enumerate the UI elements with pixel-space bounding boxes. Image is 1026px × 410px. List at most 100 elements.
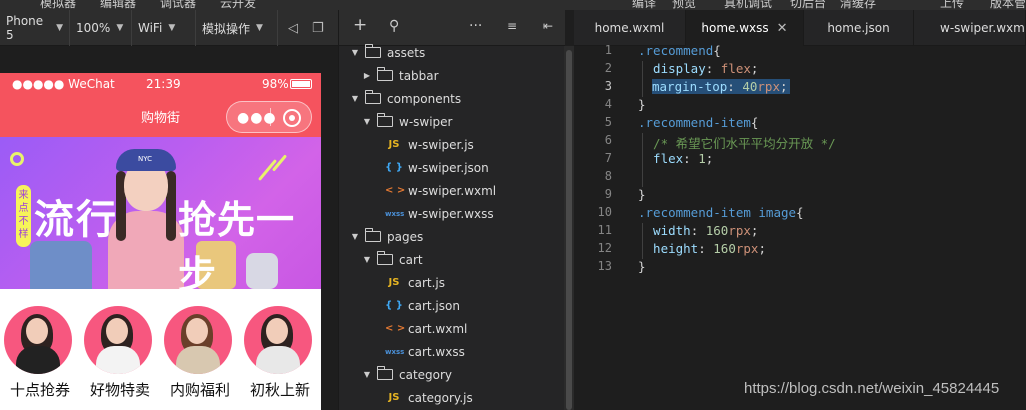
- code-editor[interactable]: 1 .recommend{2 display: flex; 3 margin-top:…: [574, 43, 1026, 410]
- folder-open-icon: [365, 44, 381, 58]
- code-line[interactable]: flex: 1;: [638, 151, 713, 166]
- code-line[interactable]: display: flex;: [638, 61, 758, 76]
- wxml-file-icon: < >: [385, 323, 406, 334]
- code-line[interactable]: .recommend-item{: [638, 115, 758, 130]
- caret-down-icon[interactable]: ▼: [361, 255, 373, 264]
- tree-file[interactable]: JS category.js: [339, 386, 565, 409]
- tree-item-label: w-swiper: [399, 114, 453, 129]
- recommend-label: 十点抢券: [9, 381, 70, 399]
- tree-folder[interactable]: ▼ w-swiper: [339, 110, 565, 133]
- caret-right-icon[interactable]: ▶: [361, 71, 373, 80]
- tree-folder[interactable]: ▼ components: [339, 87, 565, 110]
- close-icon[interactable]: ✕: [777, 21, 788, 36]
- tree-file[interactable]: { } w-swiper.json: [339, 156, 565, 179]
- search-icon[interactable]: ⚲: [389, 18, 399, 34]
- tree-folder[interactable]: ▶ tabbar: [339, 64, 565, 87]
- menu-item[interactable]: 上传: [940, 0, 964, 10]
- caret-down-icon[interactable]: ▼: [349, 232, 361, 241]
- tab-label: home.json: [827, 21, 890, 35]
- line-number: 1: [604, 43, 612, 57]
- wxml-file-icon: < >: [385, 185, 406, 196]
- tab-home-wxss[interactable]: home.wxss ✕: [686, 10, 804, 46]
- menu-item[interactable]: 调试器: [160, 0, 196, 10]
- menu-item[interactable]: 编辑器: [100, 0, 136, 10]
- code-token: .recommend-item image: [638, 205, 797, 220]
- tree-item-label: cart.js: [408, 275, 445, 290]
- tree-file[interactable]: { } cart.json: [339, 294, 565, 317]
- swiper-banner[interactable]: NYC 来点不样 流行 抢先一步: [0, 137, 321, 289]
- tree-item-label: cart.json: [408, 298, 460, 313]
- battery-text: 98%: [262, 77, 289, 91]
- tab-w-swiper-wxml[interactable]: w-swiper.wxml: [914, 10, 1026, 46]
- caret-down-icon[interactable]: ▼: [361, 117, 373, 126]
- tab-home-wxml[interactable]: home.wxml: [574, 10, 686, 46]
- code-token: margin-top: [652, 79, 728, 94]
- recommend-item[interactable]: 内购福利: [160, 289, 240, 410]
- simulate-action-select[interactable]: 模拟操作 ▼: [196, 10, 278, 46]
- tree-folder[interactable]: ▼ category: [339, 363, 565, 386]
- tree-file[interactable]: < > cart.wxml: [339, 317, 565, 340]
- simulator-toolbar: Phone 5 ▼ 100% ▼ WiFi ▼ 模拟操作 ▼ ◁ ❐: [0, 10, 338, 46]
- code-token: 160: [705, 223, 729, 238]
- tab-label: w-swiper.wxml: [940, 21, 1026, 35]
- recommend-item[interactable]: 好物特卖: [80, 289, 160, 410]
- code-line[interactable]: }: [638, 97, 646, 112]
- code-line[interactable]: }: [638, 187, 646, 202]
- menu-item[interactable]: 模拟器: [40, 0, 76, 10]
- tree-folder[interactable]: ▼ cart: [339, 248, 565, 271]
- tree-folder[interactable]: ▼ assets: [339, 41, 565, 64]
- tree-folder[interactable]: ▼ pages: [339, 225, 565, 248]
- tab-home-json[interactable]: home.json: [804, 10, 914, 46]
- code-token: rpx: [728, 223, 751, 238]
- collapse-all-icon[interactable]: ≡: [507, 19, 517, 33]
- code-line[interactable]: .recommend-item image{: [638, 205, 804, 220]
- caret-down-icon[interactable]: ▼: [349, 48, 361, 57]
- recommend-item[interactable]: 初秋上新: [240, 289, 320, 410]
- code-line[interactable]: margin-top: 40rpx;: [652, 79, 790, 94]
- network-select[interactable]: WiFi ▼: [132, 10, 196, 46]
- menu-item[interactable]: 切后台: [790, 0, 826, 10]
- line-number: 4: [604, 97, 612, 111]
- battery-icon: [290, 79, 312, 89]
- menu-item[interactable]: 云开发: [220, 0, 256, 10]
- menu-item[interactable]: 真机调试: [724, 0, 772, 10]
- device-select[interactable]: Phone 5 ▼: [0, 10, 70, 46]
- folder-open-icon: [377, 366, 393, 380]
- window-icon[interactable]: ❐: [312, 10, 324, 46]
- code-token: {: [750, 115, 759, 130]
- tab-label: home.wxml: [594, 21, 665, 35]
- close-miniprogram-icon[interactable]: [283, 109, 301, 127]
- recommend-item[interactable]: 十点抢券: [0, 289, 80, 410]
- code-line[interactable]: /* 希望它们水平平均分开放 */: [638, 133, 836, 152]
- zoom-select[interactable]: 100% ▼: [70, 10, 132, 46]
- more-icon[interactable]: ···: [469, 18, 482, 34]
- menu-item[interactable]: 编译: [632, 0, 656, 10]
- recommend-section: 十点抢券 好物特卖 内购福利 初秋上新: [0, 289, 321, 410]
- editor-tabs: home.wxml home.wxss ✕ home.json w-swiper…: [574, 10, 1026, 46]
- menu-item[interactable]: 预览: [672, 0, 696, 10]
- add-file-icon[interactable]: +: [353, 15, 367, 35]
- code-line[interactable]: height: 160rpx;: [638, 241, 766, 256]
- menu-item[interactable]: 版本管: [990, 0, 1026, 10]
- tree-file[interactable]: wxss cart.wxss: [339, 340, 565, 363]
- tree-file[interactable]: < > w-swiper.wxml: [339, 179, 565, 202]
- menu-item[interactable]: 清缓存: [840, 0, 876, 10]
- mute-icon[interactable]: ◁: [288, 10, 298, 46]
- code-token: ;: [779, 79, 788, 94]
- code-line[interactable]: .recommend{: [638, 43, 721, 58]
- caret-down-icon[interactable]: ▼: [349, 94, 361, 103]
- tree-file[interactable]: JS w-swiper.js: [339, 133, 565, 156]
- locate-file-icon[interactable]: ⇤: [543, 19, 553, 33]
- tree-file[interactable]: JS cart.js: [339, 271, 565, 294]
- tree-item-label: w-swiper.wxss: [408, 206, 494, 221]
- banner-headline-right: 抢先一步: [178, 198, 296, 289]
- code-token: display: [638, 61, 706, 76]
- explorer-scrollbar[interactable]: [566, 50, 572, 410]
- tree-file[interactable]: wxss w-swiper.wxss: [339, 202, 565, 225]
- js-file-icon: JS: [388, 277, 400, 288]
- banner-jacket-image: [30, 241, 92, 289]
- code-line[interactable]: width: 160rpx;: [638, 223, 758, 238]
- caret-down-icon[interactable]: ▼: [361, 370, 373, 379]
- code-line[interactable]: }: [638, 259, 646, 274]
- top-menubar: 模拟器 编辑器 调试器 云开发 编译 预览 真机调试 切后台 清缓存 上传 版本管: [0, 0, 1026, 10]
